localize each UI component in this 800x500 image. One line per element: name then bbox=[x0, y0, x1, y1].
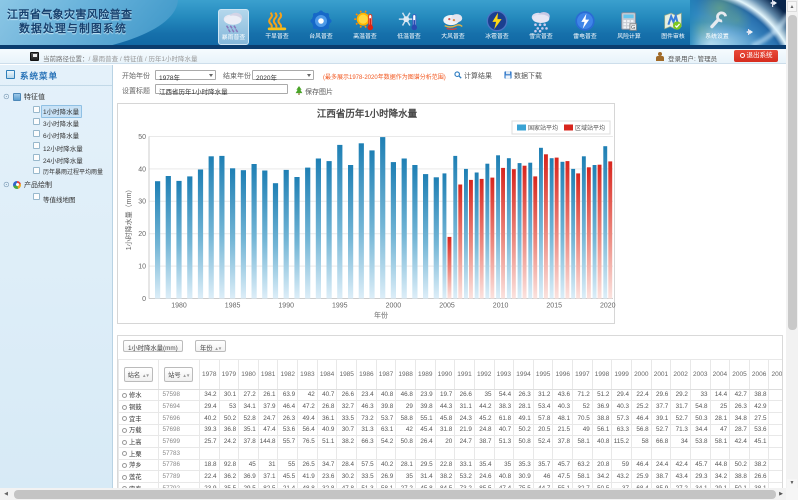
svg-text:区域站平均: 区域站平均 bbox=[575, 124, 605, 132]
svg-text:30: 30 bbox=[138, 199, 146, 206]
svg-text:2005: 2005 bbox=[439, 303, 455, 310]
svg-text:1995: 1995 bbox=[332, 303, 348, 310]
svg-text:10: 10 bbox=[138, 264, 146, 271]
svg-text:40: 40 bbox=[138, 166, 146, 173]
svg-text:2015: 2015 bbox=[546, 303, 562, 310]
svg-text:20: 20 bbox=[138, 231, 146, 238]
svg-text:2000: 2000 bbox=[386, 303, 402, 310]
svg-text:1990: 1990 bbox=[278, 303, 294, 310]
svg-text:50: 50 bbox=[138, 134, 146, 141]
svg-text:年份: 年份 bbox=[374, 311, 388, 320]
svg-text:0: 0 bbox=[142, 296, 146, 303]
svg-text:G: G bbox=[631, 25, 635, 31]
svg-text:1985: 1985 bbox=[225, 303, 241, 310]
svg-text:1980: 1980 bbox=[171, 303, 187, 310]
svg-text:1小时降水量（mm）: 1小时降水量（mm） bbox=[124, 186, 133, 251]
svg-text:国家站平均: 国家站平均 bbox=[528, 124, 558, 132]
svg-text:江西省历年1小时降水量: 江西省历年1小时降水量 bbox=[317, 108, 418, 120]
svg-text:2020: 2020 bbox=[600, 303, 616, 310]
svg-text:2010: 2010 bbox=[493, 303, 509, 310]
